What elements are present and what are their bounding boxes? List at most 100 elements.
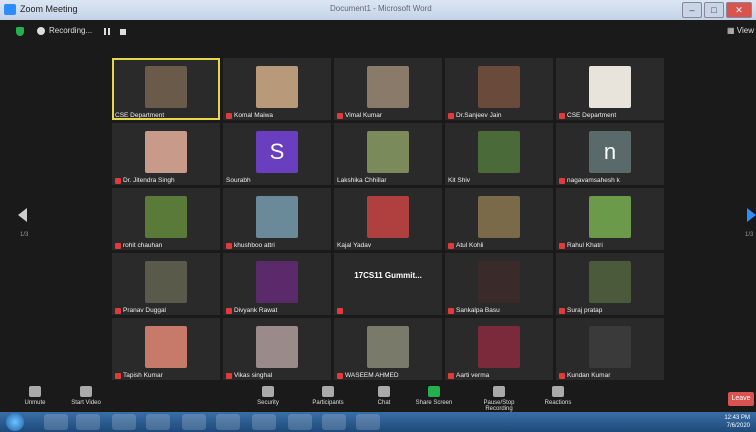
participant-video [145,66,187,108]
paint-taskbar-icon[interactable] [322,414,346,430]
participant-tile[interactable]: Atul Kohli [445,188,553,250]
leave-button[interactable]: Leave [728,392,754,406]
participants-button[interactable]: Participants [298,386,358,406]
security-button[interactable]: Security [238,386,298,406]
participant-video [478,131,520,173]
file-explorer-taskbar-icon[interactable] [146,414,170,430]
participant-name: Aarti verma [448,372,489,379]
maximize-button[interactable]: □ [704,2,724,18]
participant-name: Pranav Duggal [115,307,166,314]
participant-name: Divyank Rawat [226,307,277,314]
participant-name: Sourabh [226,177,251,184]
security-shield-icon[interactable] [16,27,24,36]
participant-name: nagavamsahesh k [559,177,620,184]
participant-name-text: Vimal Kumar [345,112,383,119]
participant-name-text: Pranav Duggal [123,307,166,314]
participant-name: CSE Department [115,112,164,119]
participant-tile[interactable]: Aarti verma [445,318,553,380]
stop-recording-icon[interactable] [120,29,126,35]
participant-name: Tapish Kumar [115,372,163,379]
participant-tile[interactable]: Suraj pratap [556,253,664,315]
word-taskbar-icon[interactable] [216,414,240,430]
participant-tile[interactable]: Vimal Kumar [334,58,442,120]
excel-taskbar-icon[interactable] [288,414,312,430]
participant-video [256,66,298,108]
participant-tile[interactable]: Sankalpa Basu [445,253,553,315]
window-controls: – □ ✕ [682,2,752,18]
zoom-taskbar-icon[interactable] [356,414,380,430]
start-button[interactable] [6,413,24,431]
muted-mic-icon [559,112,565,119]
participant-tile[interactable]: khushboo attri [223,188,331,250]
participant-name-text: Suraj pratap [567,307,603,314]
media-player-taskbar-icon[interactable] [76,414,100,430]
page-indicator-left: 1/3 [20,232,29,238]
participant-name: Dr. Jitendra Singh [115,177,175,184]
ie-taskbar-icon[interactable] [44,414,68,430]
recording-indicator: Recording... [37,26,92,35]
participant-tile[interactable]: CSE Department [112,58,220,120]
microphone-icon [29,386,41,397]
participant-tile[interactable]: Pranav Duggal [112,253,220,315]
participant-tile[interactable]: Kit Shiv [445,123,553,185]
participant-name: Vimal Kumar [337,112,382,119]
participant-tile[interactable]: n nagavamsahesh k [556,123,664,185]
participant-tile[interactable]: CSE Department [556,58,664,120]
muted-mic-icon [337,112,343,119]
participant-tile[interactable]: Dr.Sanjeev Jain [445,58,553,120]
recording-label: Recording... [49,26,93,35]
page-indicator-right: 1/3 [745,232,754,238]
muted-mic-icon [226,112,232,119]
participant-tile[interactable]: Divyank Rawat [223,253,331,315]
participant-name: Atul Kohli [448,242,483,249]
participant-tile[interactable]: Tapish Kumar [112,318,220,380]
participant-name: Suraj pratap [559,307,602,314]
participant-video [145,261,187,303]
participant-name-text: Kundan Kumar [567,372,611,379]
reactions-button[interactable]: Reactions [528,386,588,406]
window-titlebar: Zoom Meeting Document1 - Microsoft Word … [0,0,756,21]
participant-name-text: Kit Shiv [448,177,471,184]
avatar-letter: n [589,131,631,173]
chrome-taskbar-icon[interactable] [252,414,276,430]
muted-mic-icon [115,307,121,314]
participant-video [145,326,187,368]
participant-tile[interactable]: Komal Maiwa [223,58,331,120]
participant-tile[interactable]: Dr. Jitendra Singh [112,123,220,185]
participant-tile[interactable]: Kajal Yadav [334,188,442,250]
minimize-button[interactable]: – [682,2,702,18]
participant-tile[interactable]: WASEEM AHMED [334,318,442,380]
share-screen-button[interactable]: Share Screen [404,386,464,406]
meeting-topbar [0,20,756,42]
participant-tile[interactable]: Kundan Kumar [556,318,664,380]
participant-video [367,196,409,238]
participant-tile[interactable]: 17CS11 Gummit... [334,253,442,315]
record-icon [493,386,505,397]
participant-tile[interactable]: Lakshika Chhillar [334,123,442,185]
muted-mic-icon [559,177,565,184]
previous-page-icon[interactable] [18,208,27,222]
view-button[interactable]: ▦ View [727,26,754,35]
participant-name-text: Tapish Kumar [123,372,163,379]
start-video-button[interactable]: Start Video [56,386,116,406]
firefox-taskbar-icon[interactable] [112,414,136,430]
participant-tile[interactable]: rohit chauhan [112,188,220,250]
participant-tile[interactable]: S Sourabh [223,123,331,185]
muted-mic-icon [448,307,454,314]
participant-name: Dr.Sanjeev Jain [448,112,502,119]
smiley-icon [552,386,564,397]
pause-stop-recording-button[interactable]: Pause/Stop Recording [469,386,529,412]
muted-mic-icon [226,242,232,249]
close-button[interactable]: ✕ [726,2,752,18]
muted-mic-icon [115,372,121,379]
participant-video [367,66,409,108]
participant-name: CSE Department [559,112,616,119]
participant-tile[interactable]: Vikas singhal [223,318,331,380]
participant-tile[interactable]: Rahul Khatri [556,188,664,250]
skype-taskbar-icon[interactable] [182,414,206,430]
participant-name-text: Sourabh [226,177,251,184]
pause-recording-icon[interactable] [104,28,110,35]
participant-video [145,196,187,238]
window-title: Zoom Meeting [20,4,78,14]
next-page-icon[interactable] [747,208,756,222]
